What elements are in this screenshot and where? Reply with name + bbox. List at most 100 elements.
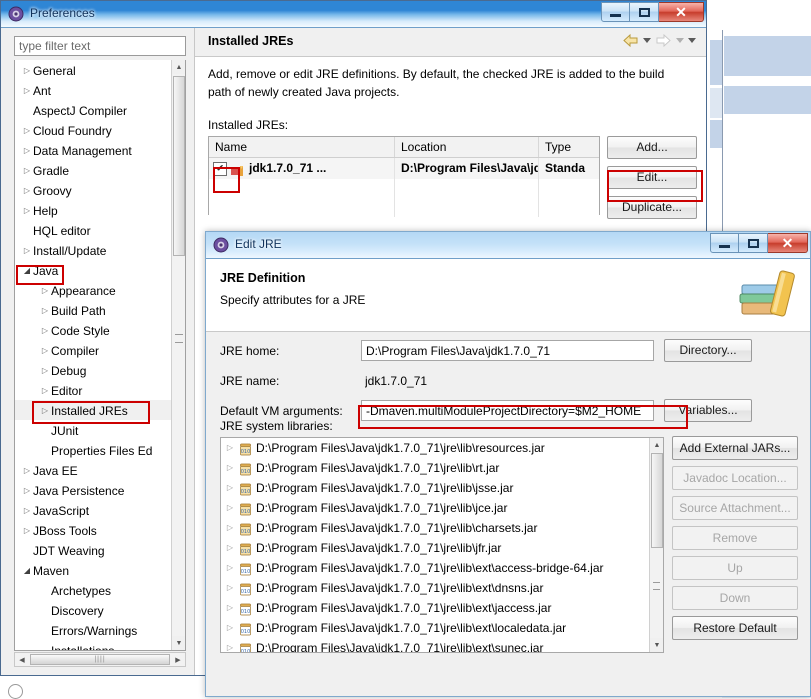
jre-system-libraries-list[interactable]: ▷ 010 D:\Program Files\Java\jdk1.7.0_71\jr… (220, 437, 664, 653)
libs-scroll-down-icon[interactable]: ▼ (650, 638, 663, 652)
chevron-right-icon[interactable]: ▷ (225, 458, 235, 478)
list-item[interactable]: ▷ 010 D:\Program Files\Java\jdk1.7.0_71\jr… (221, 438, 649, 458)
sidebar-item-javascript[interactable]: ▷ JavaScript (15, 500, 171, 520)
chevron-right-icon[interactable]: ▷ (39, 361, 51, 381)
sidebar-item-java-persistence[interactable]: ▷ Java Persistence (15, 480, 171, 500)
sidebar-item-jboss-tools[interactable]: ▷ JBoss Tools (15, 520, 171, 540)
sidebar-item-java-ee[interactable]: ▷ Java EE (15, 460, 171, 480)
sidebar-item-data-management[interactable]: ▷ Data Management (15, 140, 171, 160)
scroll-down-icon[interactable]: ▼ (172, 636, 185, 650)
chevron-right-icon[interactable]: ▷ (225, 478, 235, 498)
add-external-jars-button[interactable]: Add External JARs... (672, 436, 798, 460)
minimize-button[interactable] (710, 233, 739, 253)
list-item[interactable]: ▷ 010 D:\Program Files\Java\jdk1.7.0_71\jr… (221, 498, 649, 518)
sidebar-item-gradle[interactable]: ▷ Gradle (15, 160, 171, 180)
sidebar-item-discovery[interactable]: Discovery (15, 600, 171, 620)
close-button[interactable]: ✕ (659, 2, 704, 22)
chevron-down-icon[interactable]: ◢ (21, 261, 33, 281)
list-item[interactable]: ▷ 010 D:\Program Files\Java\jdk1.7.0_71\jr… (221, 518, 649, 538)
maximize-button[interactable] (739, 233, 768, 253)
sidebar-item-help[interactable]: ▷ Help (15, 200, 171, 220)
chevron-right-icon[interactable]: ▷ (225, 538, 235, 558)
chevron-right-icon[interactable]: ▷ (39, 281, 51, 301)
sidebar-item-installed-jres[interactable]: ▷ Installed JREs (15, 400, 171, 420)
jre-home-field[interactable] (361, 340, 654, 361)
libs-scroll-thumb[interactable] (651, 453, 663, 548)
sidebar-item-appearance[interactable]: ▷ Appearance (15, 280, 171, 300)
libraries-vertical-scrollbar[interactable]: ▲ ▼ (649, 438, 663, 652)
jre-table[interactable]: Name Location Type ✔ jdk1.7.0_71 ... D:\… (208, 136, 600, 217)
list-item[interactable]: ▷ 010 D:\Program Files\Java\jdk1.7.0_71\jr… (221, 638, 649, 652)
sidebar-item-groovy[interactable]: ▷ Groovy (15, 180, 171, 200)
list-item[interactable]: ▷ 010 D:\Program Files\Java\jdk1.7.0_71\jr… (221, 618, 649, 638)
sidebar-item-general[interactable]: ▷ General (15, 60, 171, 80)
edit-button[interactable]: Edit... (607, 166, 697, 189)
sidebar-item-code-style[interactable]: ▷ Code Style (15, 320, 171, 340)
chevron-right-icon[interactable]: ▷ (225, 638, 235, 652)
chevron-right-icon[interactable]: ▷ (21, 481, 33, 501)
chevron-right-icon[interactable]: ▷ (21, 201, 33, 221)
chevron-right-icon[interactable]: ▷ (39, 341, 51, 361)
sidebar-item-installations[interactable]: Installations (15, 640, 171, 650)
list-item[interactable]: ▷ 010 D:\Program Files\Java\jdk1.7.0_71\jr… (221, 558, 649, 578)
search-input[interactable] (14, 36, 186, 56)
cell-name[interactable]: ✔ jdk1.7.0_71 ... (209, 158, 395, 179)
chevron-right-icon[interactable]: ▷ (225, 618, 235, 638)
minimize-button[interactable] (601, 2, 630, 22)
sidebar-item-junit[interactable]: JUnit (15, 420, 171, 440)
chevron-right-icon[interactable]: ▷ (225, 578, 235, 598)
sidebar-item-editor[interactable]: ▷ Editor (15, 380, 171, 400)
list-item[interactable]: ▷ 010 D:\Program Files\Java\jdk1.7.0_71\jr… (221, 578, 649, 598)
sidebar-item-errors-warnings[interactable]: Errors/Warnings (15, 620, 171, 640)
column-header-location[interactable]: Location (395, 137, 539, 157)
column-header-type[interactable]: Type (539, 137, 599, 157)
sidebar-item-compiler[interactable]: ▷ Compiler (15, 340, 171, 360)
directory-button[interactable]: Directory... (664, 339, 752, 362)
chevron-right-icon[interactable]: ▷ (21, 141, 33, 161)
variables-button[interactable]: Variables... (664, 399, 752, 422)
add-button[interactable]: Add... (607, 136, 697, 159)
sidebar-item-hql-editor[interactable]: HQL editor (15, 220, 171, 240)
sidebar-item-ant[interactable]: ▷ Ant (15, 80, 171, 100)
chevron-right-icon[interactable]: ▷ (21, 161, 33, 181)
sidebar-item-debug[interactable]: ▷ Debug (15, 360, 171, 380)
duplicate-button[interactable]: Duplicate... (607, 196, 697, 219)
sidebar-item-build-path[interactable]: ▷ Build Path (15, 300, 171, 320)
sidebar-item-cloud-foundry[interactable]: ▷ Cloud Foundry (15, 120, 171, 140)
close-button[interactable]: ✕ (768, 233, 808, 253)
hscroll-thumb[interactable]: |||| (30, 654, 170, 665)
sidebar-item-jdt-weaving[interactable]: JDT Weaving (15, 540, 171, 560)
chevron-right-icon[interactable]: ▷ (225, 598, 235, 618)
restore-default-button[interactable]: Restore Default (672, 616, 798, 640)
sidebar-item-aspectj-compiler[interactable]: AspectJ Compiler (15, 100, 171, 120)
tree-scroll-thumb[interactable] (173, 76, 185, 256)
chevron-right-icon[interactable]: ▷ (39, 381, 51, 401)
preferences-tree[interactable]: ▷ General ▷ Ant AspectJ Compiler ▷ Cloud Found… (14, 60, 186, 651)
view-menu-icon[interactable] (688, 38, 696, 43)
sidebar-item-java[interactable]: ◢ Java (15, 260, 171, 280)
hscroll-left-icon[interactable]: ◀ (15, 656, 29, 664)
chevron-right-icon[interactable]: ▷ (225, 438, 235, 458)
chevron-right-icon[interactable]: ▷ (225, 558, 235, 578)
hscroll-right-icon[interactable]: ▶ (171, 656, 185, 664)
chevron-right-icon[interactable]: ▷ (39, 401, 51, 421)
list-item[interactable]: ▷ 010 D:\Program Files\Java\jdk1.7.0_71\jr… (221, 538, 649, 558)
back-arrow-icon[interactable] (622, 33, 639, 48)
chevron-right-icon[interactable]: ▷ (21, 521, 33, 541)
libs-scroll-up-icon[interactable]: ▲ (650, 438, 663, 452)
tree-vertical-scrollbar[interactable]: ▲ ▼ (171, 60, 185, 650)
preferences-titlebar[interactable]: Preferences ✕ (1, 1, 706, 28)
chevron-down-icon[interactable]: ◢ (21, 561, 33, 581)
vm-arguments-field[interactable] (361, 400, 654, 421)
chevron-right-icon[interactable]: ▷ (21, 241, 33, 261)
sidebar-item-archetypes[interactable]: Archetypes (15, 580, 171, 600)
list-item[interactable]: ▷ 010 D:\Program Files\Java\jdk1.7.0_71\jr… (221, 598, 649, 618)
list-item[interactable]: ▷ 010 D:\Program Files\Java\jdk1.7.0_71\jr… (221, 458, 649, 478)
chevron-right-icon[interactable]: ▷ (21, 61, 33, 81)
chevron-right-icon[interactable]: ▷ (21, 81, 33, 101)
chevron-right-icon[interactable]: ▷ (225, 518, 235, 538)
jre-name-field[interactable] (361, 370, 798, 391)
tree-horizontal-scrollbar[interactable]: ◀ |||| ▶ (14, 652, 186, 667)
chevron-right-icon[interactable]: ▷ (21, 461, 33, 481)
chevron-right-icon[interactable]: ▷ (21, 121, 33, 141)
